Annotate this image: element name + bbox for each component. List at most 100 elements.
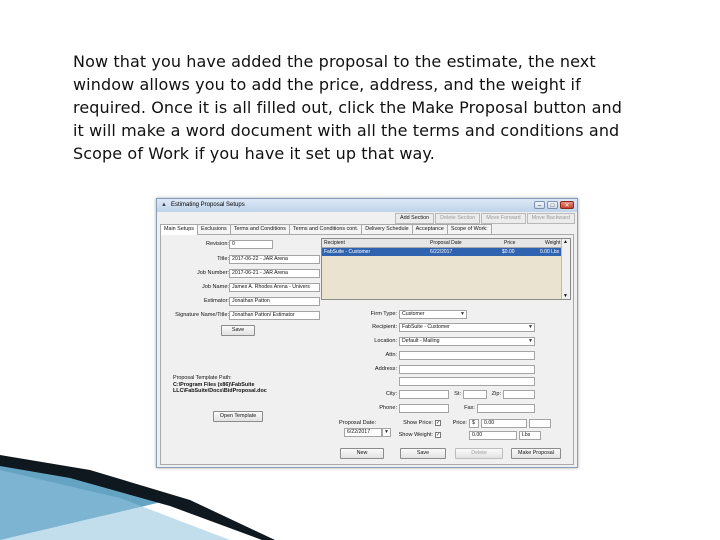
price-label: Price:	[452, 420, 467, 426]
weight-field[interactable]: 0.00	[469, 431, 517, 440]
firm-type-label: Firm Type:	[370, 311, 397, 317]
price-currency: $	[469, 419, 479, 428]
template-path-label: Proposal Template Path:	[173, 375, 232, 381]
tab-strip: Main Setups Exclusions Terms and Conditi…	[160, 224, 492, 235]
show-weight-label: Show Weight:	[398, 432, 433, 438]
chevron-down-icon: ▼	[528, 338, 533, 344]
title-field[interactable]: 2017-06-22 - JAR Arena	[229, 255, 320, 264]
main-setups-panel: Revision: 0 Title: 2017-06-22 - JAR Aren…	[160, 234, 574, 465]
grid-cell-weight: 0.00 Lbs	[540, 249, 560, 255]
job-number-field[interactable]: 2017-06-21 - JAR Arena	[229, 269, 320, 278]
window-title: Estimating Proposal Setups	[171, 202, 245, 208]
grid-cell-proposal-date: 6/22/2017	[430, 249, 453, 255]
setup-save-button[interactable]: Save	[221, 325, 255, 336]
proposal-setups-window: ▲ Estimating Proposal Setups – □ ✕ Add S…	[156, 198, 578, 468]
attn-label: Attn:	[385, 352, 397, 358]
state-field[interactable]	[463, 390, 487, 399]
slide-paragraph: Now that you have added the proposal to …	[73, 50, 683, 165]
window-controls: – □ ✕	[534, 201, 574, 210]
close-button[interactable]: ✕	[560, 201, 574, 209]
city-label: City:	[385, 391, 397, 397]
paragraph-line: required. Once it is all filled out, cli…	[73, 98, 623, 117]
window-titlebar[interactable]: ▲ Estimating Proposal Setups – □ ✕	[157, 199, 577, 212]
location-value: Default - Mailing	[402, 338, 440, 344]
job-number-label: Job Number:	[196, 270, 229, 276]
chevron-down-icon: ▼	[528, 324, 533, 330]
attn-field[interactable]	[399, 351, 535, 360]
template-path-block: Proposal Template Path: C:\Program Files…	[173, 375, 313, 395]
phone-field[interactable]	[399, 404, 449, 413]
revision-field[interactable]: 0	[229, 240, 273, 249]
chevron-down-icon: ▼	[460, 311, 465, 317]
firm-type-value: Customer	[402, 311, 425, 317]
location-label: Location:	[374, 338, 397, 344]
estimator-label: Estimator:	[203, 298, 229, 304]
fax-field[interactable]	[477, 404, 535, 413]
tab-delivery-schedule[interactable]: Delivery Schedule	[361, 224, 413, 234]
recipient-value: FabSuite - Customer	[402, 324, 450, 330]
delete-section-button[interactable]: Delete Section	[435, 213, 481, 224]
zip-field[interactable]	[503, 390, 535, 399]
move-forward-button[interactable]: Move Forward	[481, 213, 526, 224]
recipient-dropdown[interactable]: FabSuite - Customer ▼	[399, 323, 535, 332]
decoration-teal-band	[0, 455, 170, 540]
grid-header-price: Price	[504, 240, 516, 246]
firm-type-dropdown[interactable]: Customer ▼	[399, 310, 467, 319]
fax-label: Fax:	[464, 405, 475, 411]
grid-header-proposal-date: Proposal Date	[430, 240, 462, 246]
grid-cell-recipient: FabSuite - Customer	[324, 249, 371, 255]
grid-header-weight: Weight	[545, 240, 561, 246]
address-line2-field[interactable]	[399, 377, 535, 386]
price-extra-field[interactable]	[529, 419, 551, 428]
location-dropdown[interactable]: Default - Mailing ▼	[399, 337, 535, 346]
grid-scrollbar[interactable]: ▲ ▼	[561, 239, 570, 299]
tab-acceptance[interactable]: Acceptance	[411, 224, 448, 234]
recipient-grid: Recipient Proposal Date Price Weight Fab…	[321, 238, 571, 300]
proposal-date-label: Proposal Date:	[339, 420, 377, 426]
add-section-button[interactable]: Add Section	[395, 213, 435, 224]
decoration-light-band	[0, 470, 230, 540]
paragraph-line: Now that you have added the proposal to …	[73, 52, 596, 71]
scroll-down-icon[interactable]: ▼	[563, 293, 568, 299]
estimator-field[interactable]: Jonathan Patton	[229, 297, 320, 306]
job-name-field[interactable]: James A. Rhodes Arena - Univers	[229, 283, 320, 292]
tab-scope-of-work[interactable]: Scope of Work:	[446, 224, 492, 234]
maximize-button[interactable]: □	[547, 201, 558, 209]
delete-button[interactable]: Delete	[455, 448, 503, 459]
show-weight-checkbox[interactable]: ✓	[435, 432, 441, 438]
tab-main-setups[interactable]: Main Setups	[160, 224, 198, 235]
make-proposal-button[interactable]: Make Proposal	[511, 448, 561, 459]
minimize-button[interactable]: –	[534, 201, 545, 209]
grid-cell-price: $0.00	[502, 249, 515, 255]
price-field[interactable]: 0.00	[481, 419, 527, 428]
weight-unit-field[interactable]: Lbs	[519, 431, 541, 440]
show-price-label: Show Price:	[403, 420, 433, 426]
new-button[interactable]: New	[340, 448, 384, 459]
title-label: Title:	[217, 256, 229, 262]
state-label: St:	[454, 391, 461, 397]
address-line1-field[interactable]	[399, 365, 535, 374]
tab-terms-and-conditions[interactable]: Terms and Conditions	[229, 224, 290, 234]
scroll-up-icon[interactable]: ▲	[563, 239, 568, 245]
zip-label: Zip:	[491, 391, 501, 397]
save-button[interactable]: Save	[400, 448, 446, 459]
proposal-date-field[interactable]: 6/22/2017	[344, 428, 382, 437]
signature-label: Signature Name/Title:	[175, 312, 229, 318]
paragraph-line: window allows you to add the price, addr…	[73, 75, 581, 94]
app-icon: ▲	[161, 202, 167, 208]
table-row[interactable]: FabSuite - Customer 6/22/2017 $0.00 0.00…	[322, 248, 563, 256]
section-toolbar: Add Section Delete Section Move Forward …	[395, 213, 575, 224]
city-field[interactable]	[399, 390, 449, 399]
signature-field[interactable]: Jonathan Patton/ Estimator	[229, 311, 320, 320]
move-backward-button[interactable]: Move Backward	[526, 213, 575, 224]
paragraph-line: it will make a word document with all th…	[73, 121, 620, 140]
tab-terms-and-conditions-cont[interactable]: Terms and Conditions cont.	[288, 224, 363, 234]
paragraph-line: Scope of Work if you have it set up that…	[73, 144, 435, 163]
template-path-line2: LLC\FabSuite\Docs\BidProposal.doc	[173, 388, 267, 395]
show-price-checkbox[interactable]: ✓	[435, 420, 441, 426]
open-template-button[interactable]: Open Template	[213, 411, 263, 422]
grid-header: Recipient Proposal Date Price Weight	[322, 239, 563, 248]
tab-exclusions[interactable]: Exclusions	[196, 224, 231, 234]
address-label: Address:	[374, 366, 397, 372]
job-name-label: Job Name:	[201, 284, 229, 290]
